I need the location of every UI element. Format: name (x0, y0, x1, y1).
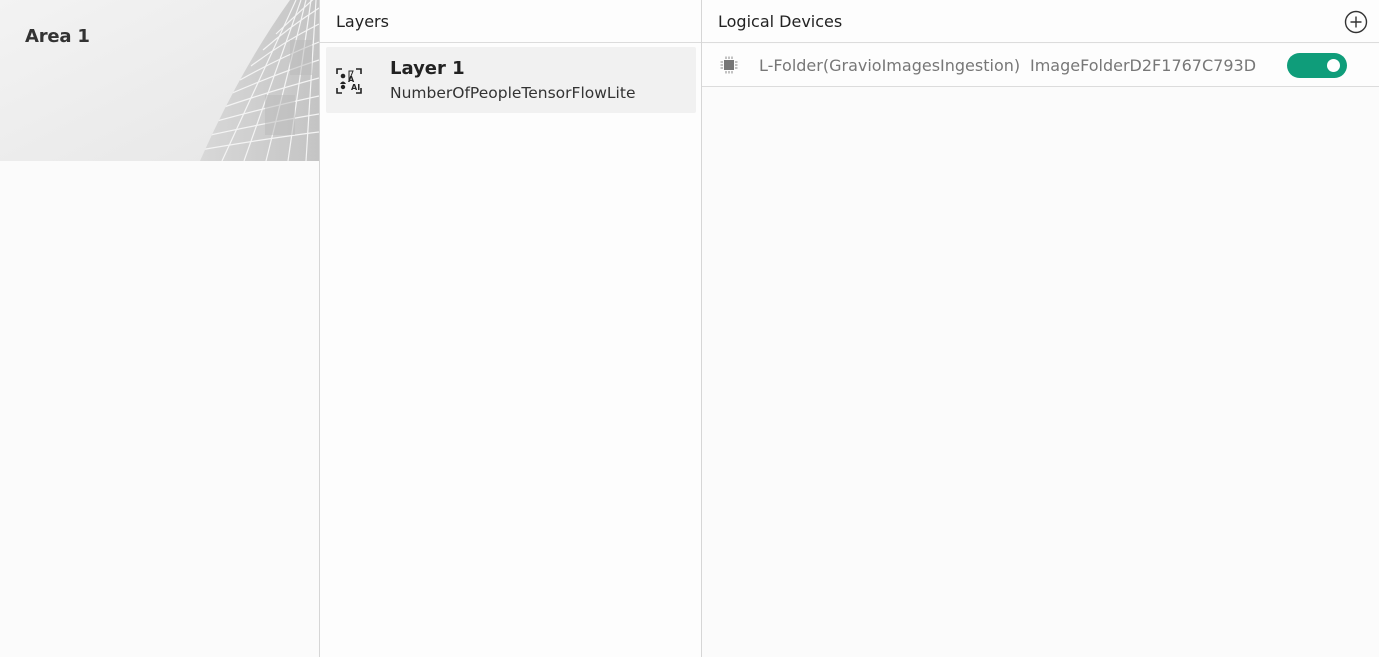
logical-devices-header: Logical Devices (702, 0, 1379, 43)
area-title: Area 1 (25, 26, 90, 47)
app-window: Area 1 Layers A AI Layer 1 NumberOfPeopl… (0, 0, 1379, 657)
layer-type: NumberOfPeopleTensorFlowLite (390, 84, 636, 102)
layer-list-item[interactable]: A AI Layer 1 NumberOfPeopleTensorFlowLit… (326, 47, 696, 113)
area-card[interactable]: Area 1 (0, 0, 319, 161)
layer-name: Layer 1 (390, 58, 465, 79)
device-enabled-toggle[interactable] (1287, 53, 1347, 78)
layers-header: Layers (320, 0, 701, 43)
area-panel: Area 1 (0, 0, 320, 657)
device-id: ImageFolderD2F1767C793D (1030, 56, 1257, 75)
layers-panel: Layers A AI Layer 1 NumberOfPeopleTensor… (320, 0, 702, 657)
svg-text:AI: AI (351, 83, 360, 92)
ai-detection-icon: A AI (336, 68, 362, 94)
toggle-knob (1327, 59, 1340, 72)
logical-devices-panel: Logical Devices L-Folder(GravioImagesIng… (702, 0, 1379, 657)
device-row[interactable]: L-Folder(GravioImagesIngestion) ImageFol… (702, 44, 1379, 87)
add-device-button[interactable] (1344, 10, 1368, 34)
building-background-image (0, 0, 319, 161)
chip-icon (720, 56, 738, 74)
device-name: L-Folder(GravioImagesIngestion) (759, 56, 1021, 75)
